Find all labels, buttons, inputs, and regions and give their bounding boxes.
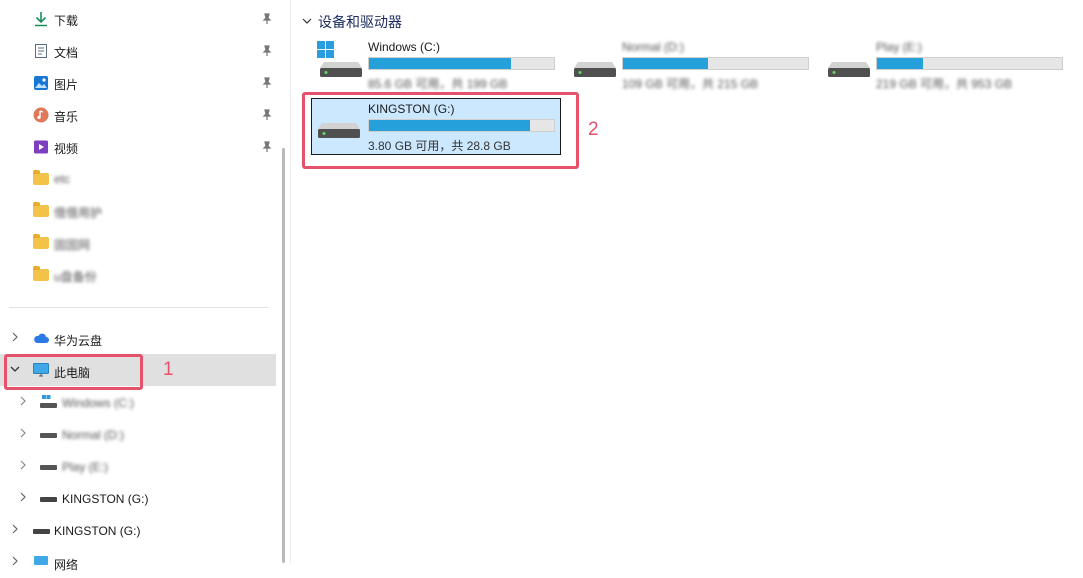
quick-access-label: 图片 (54, 78, 79, 92)
drive-usage-bar (876, 57, 1063, 70)
pin-icon (262, 77, 272, 88)
quick-access-label: etc (54, 172, 71, 186)
annotation-box-1 (4, 354, 143, 390)
document-icon (35, 44, 47, 58)
drive-space-info: 85.6 GB 可用，共 199 GB (368, 77, 508, 91)
tree-item-label: 网络 (54, 558, 79, 572)
network-icon (34, 556, 48, 565)
tree-item-drive-c[interactable]: Windows (C:) (0, 386, 276, 418)
quick-access-label: 借借用护 (54, 206, 103, 220)
cloud-icon (34, 333, 49, 343)
hard-drive-icon (828, 62, 870, 77)
quick-access-pictures[interactable]: 图片 (0, 66, 278, 98)
tree-item-label: Windows (C:) (62, 396, 135, 410)
hard-drive-icon (40, 465, 57, 470)
drive-usage-fill (369, 58, 512, 69)
tree-item-network[interactable]: 网络 (0, 546, 276, 578)
annotation-number-1: 1 (163, 359, 174, 380)
section-title: 设备和驱动器 (318, 14, 402, 30)
tree-item-label: KINGSTON (G:) (62, 492, 149, 506)
quick-access-label: u盘备份 (54, 270, 97, 284)
drive-usage-fill (623, 58, 709, 69)
quick-access-folder[interactable]: 借借用护 (0, 194, 278, 226)
quick-access-label: 音乐 (54, 110, 79, 124)
navigation-pane: 下载 文档 图片 音乐 视频 etc 借借用护 固固网 u盘备份 华为云盘 此电… (0, 0, 278, 572)
picture-icon (34, 76, 48, 90)
quick-access-folder[interactable]: u盘备份 (0, 258, 278, 290)
quick-access-music[interactable]: 音乐 (0, 98, 278, 130)
tree-item-label: KINGSTON (G:) (54, 524, 141, 538)
annotation-number-2: 2 (588, 119, 599, 140)
section-header[interactable]: 设备和驱动器 (302, 12, 402, 32)
tree-item-cloud[interactable]: 华为云盘 (0, 322, 276, 354)
folder-icon (33, 202, 49, 217)
drive-space-info: 219 GB 可用，共 953 GB (876, 77, 1013, 91)
usb-drive-icon (40, 497, 57, 502)
tree-item-kingston[interactable]: KINGSTON (G:) (0, 514, 276, 546)
drive-usage-bar (368, 57, 555, 70)
folder-icon (33, 266, 49, 281)
drive-usage-bar (622, 57, 809, 70)
quick-access-label: 文档 (54, 46, 79, 60)
chevron-right-icon[interactable] (9, 523, 21, 535)
folder-icon (33, 170, 49, 185)
windows-logo-icon (317, 41, 334, 58)
chevron-right-icon[interactable] (9, 331, 21, 343)
music-icon (33, 107, 49, 123)
video-icon (34, 140, 48, 154)
tree-item-label: Normal (D:) (62, 428, 124, 442)
chevron-right-icon[interactable] (17, 459, 29, 471)
tree-item-drive-g[interactable]: KINGSTON (G:) (0, 482, 276, 514)
tree-item-drive-e[interactable]: Play (E:) (0, 450, 276, 482)
chevron-right-icon[interactable] (17, 491, 29, 503)
drive-space-info: 109 GB 可用，共 215 GB (622, 77, 759, 91)
quick-access-label: 下载 (54, 14, 79, 28)
drive-name: Windows (C:) (368, 40, 441, 54)
sidebar-divider (9, 307, 268, 308)
drive-tile-c[interactable]: Windows (C:) 85.6 GB 可用，共 199 GB (312, 40, 567, 100)
drive-usage-fill (877, 58, 924, 69)
drive-tile-d[interactable]: Normal (D:) 109 GB 可用，共 215 GB (566, 40, 821, 100)
quick-access-label: 固固网 (54, 238, 91, 252)
folder-icon (33, 234, 49, 249)
quick-access-label: 视频 (54, 142, 79, 156)
drive-name: Normal (D:) (622, 40, 684, 54)
quick-access-documents[interactable]: 文档 (0, 34, 278, 66)
hard-drive-icon (574, 62, 616, 77)
chevron-right-icon[interactable] (9, 555, 21, 567)
tree-item-drive-d[interactable]: Normal (D:) (0, 418, 276, 450)
chevron-down-icon[interactable] (302, 16, 312, 26)
pin-icon (262, 109, 272, 120)
chevron-right-icon[interactable] (17, 427, 29, 439)
drive-tile-e[interactable]: Play (E:) 219 GB 可用，共 953 GB (820, 40, 1075, 100)
download-icon (35, 12, 47, 27)
chevron-right-icon[interactable] (17, 395, 29, 407)
quick-access-folder[interactable]: 固固网 (0, 226, 278, 258)
quick-access-downloads[interactable]: 下载 (0, 2, 278, 34)
pane-divider (290, 0, 291, 563)
tree-item-label: 华为云盘 (54, 334, 103, 348)
drive-name: Play (E:) (876, 40, 923, 54)
sidebar-scrollbar[interactable] (282, 148, 285, 563)
hard-drive-icon (40, 433, 57, 438)
tree-item-label: Play (E:) (62, 460, 109, 474)
hard-drive-icon (320, 62, 362, 77)
quick-access-folder[interactable]: etc (0, 162, 278, 194)
pin-icon (262, 13, 272, 24)
annotation-box-2 (302, 92, 579, 169)
windows-drive-icon (40, 395, 57, 408)
usb-drive-icon (33, 529, 50, 534)
pin-icon (262, 141, 272, 152)
pin-icon (262, 45, 272, 56)
quick-access-videos[interactable]: 视频 (0, 130, 278, 162)
